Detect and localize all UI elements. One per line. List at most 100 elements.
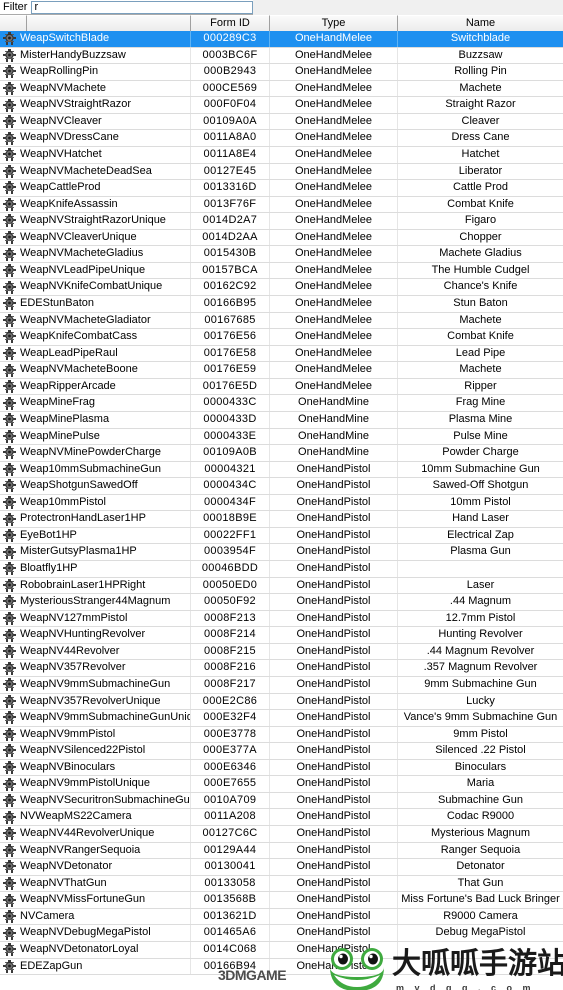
cell-type: OneHandMelee	[270, 329, 398, 345]
cell-type: OneHandMelee	[270, 146, 398, 163]
table-row[interactable]: WeapNV9mmPistol 000E3778 OneHandPistol 9mm …	[0, 726, 563, 744]
table-row[interactable]: WeapNV44RevolverUnique 00127C6C OneHandPis…	[0, 826, 563, 843]
cell-form-id: 00109A0B	[191, 445, 270, 461]
column-header-editor-id[interactable]	[27, 15, 191, 31]
table-row[interactable]: WeapNVCleaver 00109A0A OneHandMelee Cleaver	[0, 113, 563, 131]
table-row[interactable]: WeapNVSecuritronSubmachineGun 0010A709 One…	[0, 792, 563, 810]
column-header-form-id[interactable]: Form ID	[191, 15, 270, 31]
table-row[interactable]: WeapNVMissFortuneGun 0013568B OneHandPisto…	[0, 892, 563, 909]
table-row[interactable]: WeapNVStraightRazorUnique 0014D2A7 OneHand…	[0, 213, 563, 230]
object-icon	[0, 959, 18, 975]
cell-form-id: 00127E45	[191, 163, 270, 180]
table-row[interactable]: MisterGutsyPlasma1HP 0003954F OneHandPisto…	[0, 544, 563, 561]
cell-editor-id: WeapRollingPin	[18, 64, 191, 80]
table-row[interactable]: ProtectronHandLaser1HP 00018B9E OneHandPis…	[0, 511, 563, 528]
table-row[interactable]: WeapKnifeAssassin 0013F76F OneHandMelee Com…	[0, 196, 563, 214]
table-row[interactable]: Weap10mmPistol 0000434F OneHandPistol 10mm …	[0, 494, 563, 512]
cell-name	[398, 942, 563, 958]
cell-editor-id: WeapNVBinoculars	[18, 759, 191, 776]
table-row[interactable]: MysteriousStranger44Magnum 00050F92 OneHan…	[0, 594, 563, 611]
table-row[interactable]: WeapNVLeadPipeUnique 00157BCA OneHandMelee…	[0, 262, 563, 280]
table-row[interactable]: WeapMinePlasma 0000433D OneHandMine Plasma …	[0, 411, 563, 429]
filter-input-wrapper[interactable]	[31, 0, 254, 14]
table-row[interactable]: WeapNVCleaverUnique 0014D2AA OneHandMelee C…	[0, 229, 563, 247]
object-icon	[0, 346, 18, 362]
object-icon	[0, 180, 18, 196]
object-icon	[0, 793, 18, 809]
table-row[interactable]: WeapNVMinePowderCharge 00109A0B OneHandMin…	[0, 445, 563, 462]
table-row[interactable]: WeapNV9mmSubmachineGun 0008F217 OneHandPis…	[0, 676, 563, 694]
cell-form-id: 000E32F4	[191, 710, 270, 726]
object-icon	[0, 313, 18, 329]
table-row[interactable]: WeapNVMacheteGladius 0015430B OneHandMelee…	[0, 246, 563, 263]
cell-editor-id: WeapKnifeAssassin	[18, 196, 191, 213]
table-row[interactable]: WeapNVDetonatorLoyal 0014C068 OneHandPisto…	[0, 941, 563, 959]
table-row[interactable]: WeapMineFrag 0000433C OneHandMine Frag Mine	[0, 395, 563, 412]
table-row[interactable]: Weap10mmSubmachineGun 00004321 OneHandPist…	[0, 461, 563, 479]
cell-form-id: 00050ED0	[191, 577, 270, 594]
table-row[interactable]: WeapNVMacheteGladiator 00167685 OneHandMel…	[0, 312, 563, 330]
table-row[interactable]: WeapNVKnifeCombatUnique 00162C92 OneHandMe…	[0, 279, 563, 296]
table-row[interactable]: WeapNVThatGun 00133058 OneHandPistol That G…	[0, 875, 563, 893]
table-row[interactable]: WeapNVMacheteDeadSea 00127E45 OneHandMelee…	[0, 163, 563, 181]
table-row[interactable]: EyeBot1HP 00022FF1 OneHandPistol Electrical…	[0, 527, 563, 545]
table-row[interactable]: WeapNVMacheteBoone 00176E59 OneHandMelee Ma…	[0, 362, 563, 379]
table-row[interactable]: Bloatfly1HP 00046BDD OneHandPistol	[0, 561, 563, 578]
table-row[interactable]: WeapNVDetonator 00130041 OneHandPistol Deto…	[0, 859, 563, 876]
cell-type: OneHandPistol	[270, 594, 398, 610]
table-row[interactable]: WeapNVStraightRazor 000F0F04 OneHandMelee S…	[0, 97, 563, 114]
table-row[interactable]: WeapNV127mmPistol 0008F213 OneHandPistol 12…	[0, 610, 563, 628]
table-row[interactable]: WeapCattleProd 0013316D OneHandMelee Cattle…	[0, 180, 563, 197]
table-row[interactable]: EDEZapGun 00166B94 OneHandPistol	[0, 958, 563, 976]
table-row[interactable]: WeapShotgunSawedOff 0000434C OneHandPistol…	[0, 478, 563, 495]
table-row[interactable]: WeapRollingPin 000B2943 OneHandMelee Rollin…	[0, 64, 563, 81]
table-row[interactable]: WeapNVSilenced22Pistol 000E377A OneHandPis…	[0, 743, 563, 760]
column-header-type[interactable]: Type	[270, 15, 398, 31]
table-row[interactable]: MisterHandyBuzzsaw 0003BC6F OneHandMelee Bu…	[0, 47, 563, 65]
column-header-name[interactable]: Name	[398, 15, 563, 31]
table-row[interactable]: WeapNVDressCane 0011A8A0 OneHandMelee Dress…	[0, 130, 563, 147]
object-icon	[0, 64, 18, 80]
cell-name: Ranger Sequoia	[440, 843, 521, 856]
table-row[interactable]: WeapMinePulse 0000433E OneHandMine Pulse Mi…	[0, 428, 563, 446]
cell-editor-id: WeapNVHuntingRevolver	[18, 627, 191, 643]
table-row[interactable]: WeapNV44Revolver 0008F215 OneHandPistol .44…	[0, 643, 563, 661]
cell-type: OneHandPistol	[270, 743, 398, 759]
table-row[interactable]: WeapNVRangerSequoia 00129A44 OneHandPistol…	[0, 842, 563, 860]
cell-name: Machete	[459, 81, 502, 94]
table-row[interactable]: WeapNVHuntingRevolver 0008F214 OneHandPist…	[0, 627, 563, 644]
table-row[interactable]: WeapLeadPipeRaul 00176E58 OneHandMelee Lead…	[0, 345, 563, 363]
object-icon	[0, 230, 18, 246]
cell-form-id: 00127C6C	[191, 826, 270, 842]
table-row[interactable]: WeapKnifeCombatCass 00176E56 OneHandMelee C…	[0, 329, 563, 346]
table-row[interactable]: WeapNVHatchet 0011A8E4 OneHandMelee Hatchet	[0, 146, 563, 164]
cell-editor-id: WeapNVDetonator	[18, 859, 191, 875]
filter-bar-spacer	[253, 0, 563, 15]
table-row[interactable]: NVWeapMS22Camera 0011A208 OneHandPistol Cod…	[0, 809, 563, 826]
table-row[interactable]: WeapSwitchBlade 000289C3 OneHandMelee Switc…	[0, 31, 563, 48]
filter-input[interactable]	[32, 1, 253, 13]
cell-type: OneHandPistol	[270, 710, 398, 726]
table-row[interactable]: WeapNVBinoculars 000E6346 OneHandPistol Bin…	[0, 759, 563, 777]
table-row[interactable]: WeapNVMachete 000CE569 OneHandMelee Machete	[0, 80, 563, 98]
table-row[interactable]: WeapNVDebugMegaPistol 001465A6 OneHandPist…	[0, 925, 563, 942]
cell-type: OneHandPistol	[270, 577, 398, 594]
table-row[interactable]: WeapNV9mmSubmachineGunUnique 000E32F4 OneH…	[0, 710, 563, 727]
table-row[interactable]: WeapRipperArcade 00176E5D OneHandMelee Ripp…	[0, 378, 563, 396]
table-row[interactable]: NVCamera 0013621D OneHandPistol R9000 Camer…	[0, 908, 563, 926]
object-icon	[0, 395, 18, 411]
cell-editor-id: MysteriousStranger44Magnum	[18, 594, 191, 610]
table-row[interactable]: WeapNV357RevolverUnique 000E2C86 OneHandPi…	[0, 693, 563, 711]
table-row[interactable]: WeapNV357Revolver 0008F216 OneHandPistol .3…	[0, 660, 563, 677]
cell-editor-id: WeapNVMachete	[18, 80, 191, 97]
cell-type: OneHandPistol	[270, 958, 398, 975]
cell-editor-id: WeapShotgunSawedOff	[18, 478, 191, 494]
table-row[interactable]: WeapNV9mmPistolUnique 000E7655 OneHandPist…	[0, 776, 563, 793]
cell-name: Buzzsaw	[458, 48, 503, 61]
column-header-icon[interactable]	[0, 15, 27, 31]
object-icon	[0, 329, 18, 345]
cell-name: .44 Magnum	[449, 595, 512, 608]
table-row[interactable]: EDEStunBaton 00166B95 OneHandMelee Stun Bat…	[0, 296, 563, 313]
cell-type: OneHandPistol	[270, 660, 398, 676]
table-row[interactable]: RobobrainLaser1HPRight 00050ED0 OneHandPis…	[0, 577, 563, 595]
